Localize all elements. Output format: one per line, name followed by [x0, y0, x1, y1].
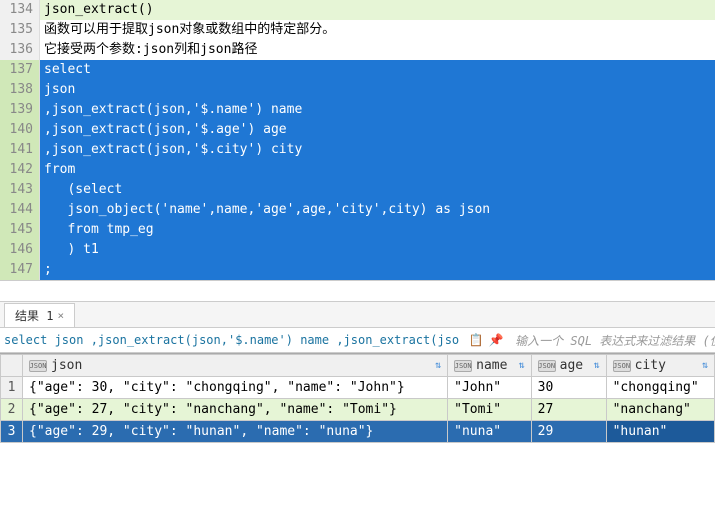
code-line[interactable]: 139,json_extract(json,'$.name') name: [0, 100, 715, 120]
line-number: 145: [0, 220, 40, 240]
cell-city[interactable]: "chongqing": [606, 377, 714, 399]
tab-result-1[interactable]: 结果 1 ×: [4, 303, 75, 327]
query-bar: select json ,json_extract(json,'$.name')…: [0, 327, 715, 353]
line-number: 142: [0, 160, 40, 180]
column-header-json[interactable]: JSON json ⇅: [23, 355, 448, 377]
json-type-icon: JSON: [538, 360, 556, 372]
code-line[interactable]: 135函数可以用于提取json对象或数组中的特定部分。: [0, 20, 715, 40]
pin-icon[interactable]: 📌: [487, 331, 505, 349]
line-number: 141: [0, 140, 40, 160]
code-text[interactable]: from: [40, 160, 715, 180]
code-line[interactable]: 140,json_extract(json,'$.age') age: [0, 120, 715, 140]
cell-json[interactable]: {"age": 30, "city": "chongqing", "name":…: [23, 377, 448, 399]
column-header-name[interactable]: JSON name ⇅: [448, 355, 532, 377]
line-number: 143: [0, 180, 40, 200]
table-row[interactable]: 3{"age": 29, "city": "hunan", "name": "n…: [1, 421, 715, 443]
code-text[interactable]: ,json_extract(json,'$.city') city: [40, 140, 715, 160]
line-number: 146: [0, 240, 40, 260]
code-text[interactable]: ;: [40, 260, 715, 280]
cell-name[interactable]: "John": [448, 377, 532, 399]
row-number[interactable]: 3: [1, 421, 23, 443]
cell-city[interactable]: "hunan": [606, 421, 714, 443]
code-line[interactable]: 134json_extract(): [0, 0, 715, 20]
line-number: 137: [0, 60, 40, 80]
code-line[interactable]: 136它接受两个参数:json列和json路径: [0, 40, 715, 60]
code-text[interactable]: 它接受两个参数:json列和json路径: [40, 40, 715, 60]
cell-json[interactable]: {"age": 27, "city": "nanchang", "name": …: [23, 399, 448, 421]
code-text[interactable]: ,json_extract(json,'$.name') name: [40, 100, 715, 120]
column-label: age: [560, 358, 583, 373]
filter-icon[interactable]: ⇅: [594, 360, 600, 371]
code-line[interactable]: 145 from tmp_eg: [0, 220, 715, 240]
row-number[interactable]: 1: [1, 377, 23, 399]
code-text[interactable]: ) t1: [40, 240, 715, 260]
code-text[interactable]: json_extract(): [40, 0, 715, 20]
line-number: 135: [0, 20, 40, 40]
line-number: 147: [0, 260, 40, 280]
code-line[interactable]: 141,json_extract(json,'$.city') city: [0, 140, 715, 160]
line-number: 136: [0, 40, 40, 60]
code-line[interactable]: 137select: [0, 60, 715, 80]
code-editor[interactable]: 134json_extract()135函数可以用于提取json对象或数组中的特…: [0, 0, 715, 281]
json-type-icon: JSON: [613, 360, 631, 372]
code-text[interactable]: json_object('name',name,'age',age,'city'…: [40, 200, 715, 220]
filter-input[interactable]: 输入一个 SQL 表达式来过滤结果 (使用: [509, 332, 715, 349]
code-text[interactable]: 函数可以用于提取json对象或数组中的特定部分。: [40, 20, 715, 40]
line-number: 138: [0, 80, 40, 100]
code-line[interactable]: 144 json_object('name',name,'age',age,'c…: [0, 200, 715, 220]
cell-json[interactable]: {"age": 29, "city": "hunan", "name": "nu…: [23, 421, 448, 443]
filter-icon[interactable]: ⇅: [519, 360, 525, 371]
filter-icon[interactable]: ⇅: [702, 360, 708, 371]
line-number: 134: [0, 0, 40, 20]
code-text[interactable]: json: [40, 80, 715, 100]
row-number[interactable]: 2: [1, 399, 23, 421]
spacer: [0, 281, 715, 301]
table-row[interactable]: 2{"age": 27, "city": "nanchang", "name":…: [1, 399, 715, 421]
cell-name[interactable]: "nuna": [448, 421, 532, 443]
column-header-city[interactable]: JSON city ⇅: [606, 355, 714, 377]
code-text[interactable]: ,json_extract(json,'$.age') age: [40, 120, 715, 140]
query-preview: select json ,json_extract(json,'$.name')…: [0, 333, 463, 347]
table-row[interactable]: 1{"age": 30, "city": "chongqing", "name"…: [1, 377, 715, 399]
column-label: city: [635, 358, 666, 373]
cell-age[interactable]: 29: [531, 421, 606, 443]
line-number: 139: [0, 100, 40, 120]
line-number: 140: [0, 120, 40, 140]
corner-header[interactable]: [1, 355, 23, 377]
tab-label: 结果 1: [15, 307, 53, 324]
code-line[interactable]: 147;: [0, 260, 715, 280]
code-text[interactable]: (select: [40, 180, 715, 200]
code-line[interactable]: 142from: [0, 160, 715, 180]
column-header-age[interactable]: JSON age ⇅: [531, 355, 606, 377]
querybar-icons: 📋 📌: [463, 331, 509, 349]
copy-icon[interactable]: 📋: [467, 331, 485, 349]
code-line[interactable]: 146 ) t1: [0, 240, 715, 260]
json-type-icon: JSON: [454, 360, 472, 372]
cell-name[interactable]: "Tomi": [448, 399, 532, 421]
cell-city[interactable]: "nanchang": [606, 399, 714, 421]
result-grid[interactable]: JSON json ⇅ JSON name ⇅ JSON age ⇅ JSON city ⇅ 1{"ag…: [0, 353, 715, 443]
cell-age[interactable]: 27: [531, 399, 606, 421]
result-tabs: 结果 1 ×: [0, 301, 715, 327]
column-label: name: [476, 358, 507, 373]
column-label: json: [51, 358, 82, 373]
code-text[interactable]: select: [40, 60, 715, 80]
json-type-icon: JSON: [29, 360, 47, 372]
line-number: 144: [0, 200, 40, 220]
cell-age[interactable]: 30: [531, 377, 606, 399]
code-line[interactable]: 143 (select: [0, 180, 715, 200]
code-line[interactable]: 138json: [0, 80, 715, 100]
filter-icon[interactable]: ⇅: [435, 360, 441, 371]
code-text[interactable]: from tmp_eg: [40, 220, 715, 240]
close-icon[interactable]: ×: [57, 309, 64, 322]
